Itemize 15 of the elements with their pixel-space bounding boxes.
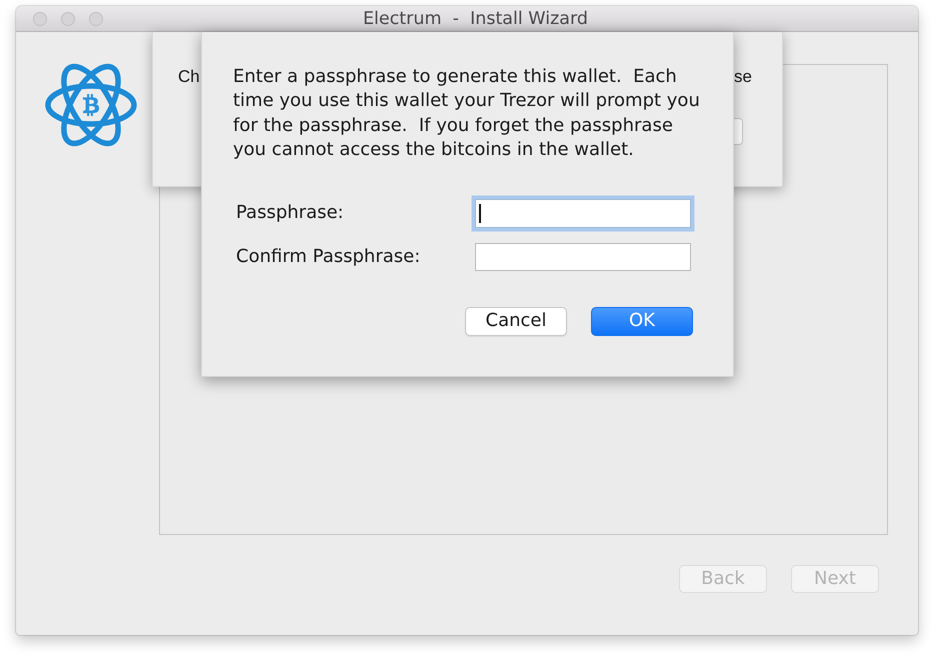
dialog-text: Ch xyxy=(178,66,200,88)
dialog-text: se xyxy=(734,66,752,88)
ok-button[interactable]: OK xyxy=(591,306,693,336)
dialog-message: Enter a passphrase to generate this wallet. Each time you use this wallet your Trezor will prompt you for the passphrase. If you forget the passphrase you cannot access the bitcoins in the wallet. xyxy=(233,65,701,162)
atom-logo-icon xyxy=(45,62,137,148)
field-label: Passphrase: xyxy=(236,202,344,224)
minimize-button[interactable] xyxy=(61,12,75,26)
text-cursor-icon xyxy=(479,204,480,223)
window-title: Electrum - Install Wizard xyxy=(363,8,588,30)
close-button[interactable] xyxy=(33,12,47,26)
input-field[interactable] xyxy=(475,242,691,271)
input-field[interactable] xyxy=(733,118,743,145)
field-label: Confirm Passphrase: xyxy=(236,246,420,268)
cancel-button[interactable]: Cancel xyxy=(465,306,567,336)
zoom-button[interactable] xyxy=(89,12,103,26)
